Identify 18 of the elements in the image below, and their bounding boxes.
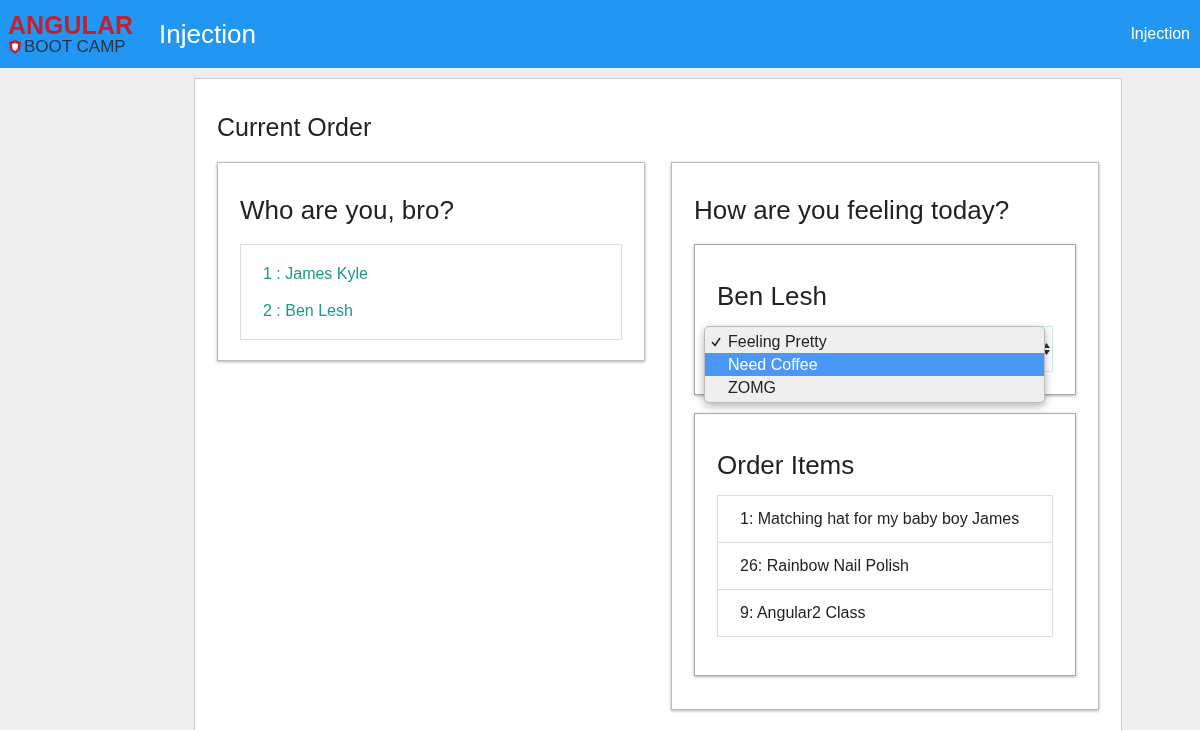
menu-option[interactable]: Need Coffee bbox=[705, 353, 1044, 376]
person-name: Ben Lesh bbox=[717, 281, 828, 312]
card-title: Current Order bbox=[217, 113, 373, 142]
person-link[interactable]: 2 : Ben Lesh bbox=[263, 292, 599, 329]
menu-option[interactable]: ZOMG bbox=[705, 376, 1044, 399]
logo-drawing: ANGULAR BOOT CAMP bbox=[8, 13, 133, 55]
nav-link[interactable]: Injection bbox=[1130, 25, 1190, 43]
checkmark-icon bbox=[711, 336, 721, 347]
order-item: 26: Rainbow Nail Polish bbox=[718, 543, 1052, 590]
card-title: Order Items bbox=[717, 450, 856, 481]
card-title: How are you feeling today? bbox=[694, 195, 1011, 226]
order-item: 1: Matching hat for my baby boy James bbox=[718, 496, 1052, 543]
order-item: 9: Angular2 Class bbox=[739, 603, 867, 623]
card-title: Who are you, bro? bbox=[240, 195, 455, 226]
select-arrows-icon bbox=[1043, 342, 1050, 356]
app-title: Injection bbox=[159, 18, 256, 50]
person-link[interactable]: 1 : James Kyle bbox=[263, 255, 599, 292]
menu-option[interactable]: Feeling Pretty bbox=[705, 330, 1044, 353]
